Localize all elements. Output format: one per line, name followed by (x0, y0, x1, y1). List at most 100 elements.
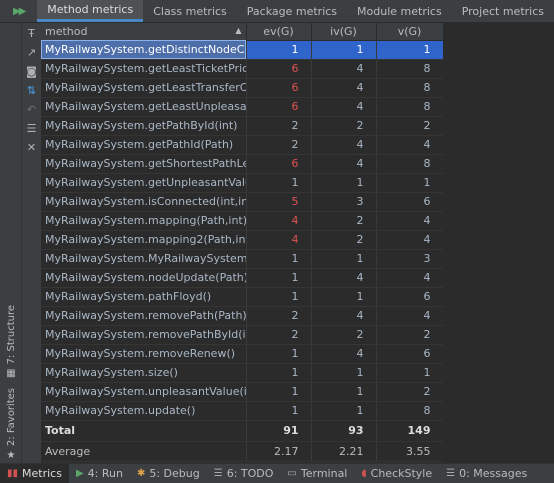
metrics-tool-button[interactable]: ▮▮ Metrics (0, 463, 69, 483)
table-row[interactable]: MyRailwaySystem.removeRenew() 1 4 6 (41, 344, 444, 364)
tab-project-metrics[interactable]: Project metrics (452, 0, 554, 22)
v-cell: 3 (376, 249, 444, 269)
iv-cell: 4 (311, 306, 377, 326)
iv-cell: 4 (311, 59, 377, 79)
settings-sliders-icon[interactable]: ☰ (24, 120, 40, 136)
column-header-v[interactable]: v(G) (376, 23, 444, 41)
table-row[interactable]: MyRailwaySystem.getPathById(int) 2 2 2 (41, 116, 444, 136)
rerun-icon[interactable]: ▶▶ (0, 0, 37, 22)
total-iv: 93 (311, 420, 377, 442)
ev-cell: 1 (246, 249, 312, 269)
close-icon[interactable]: ✕ (24, 139, 40, 155)
table-row[interactable]: MyRailwaySystem.MyRailwaySystem() 1 1 3 (41, 249, 444, 269)
filter-icon[interactable]: Ŧ (24, 25, 40, 41)
messages-tool-button[interactable]: ☰ 0: Messages (439, 464, 534, 483)
table-row[interactable]: MyRailwaySystem.pathFloyd() 1 1 6 (41, 287, 444, 307)
ev-cell: 1 (246, 363, 312, 383)
ev-cell: 2 (246, 306, 312, 326)
tab-method-metrics[interactable]: Method metrics (37, 0, 144, 22)
todo-icon: ☰ (213, 468, 223, 479)
ev-cell: 1 (246, 287, 312, 307)
table-row[interactable]: MyRailwaySystem.removePathById(int) 2 2 2 (41, 325, 444, 345)
iv-cell: 1 (311, 173, 377, 193)
left-tool-stripe: 7: Structure ▦ 2: Favorites ★ (0, 23, 22, 463)
todo-tool-label: 6: TODO (226, 467, 274, 480)
ev-cell: 5 (246, 192, 312, 212)
table-row[interactable]: MyRailwaySystem.getLeastTicketPrice(int,… (41, 59, 444, 79)
ev-cell: 1 (246, 268, 312, 288)
table-row[interactable]: MyRailwaySystem.getShortestPathLength648 (41, 154, 444, 174)
v-cell: 8 (376, 78, 444, 98)
column-header-method[interactable]: method ▲ (41, 23, 247, 41)
ev-cell: 1 (246, 401, 312, 421)
debug-tool-button[interactable]: ✱ 5: Debug (130, 464, 207, 483)
v-cell: 4 (376, 306, 444, 326)
column-header-iv[interactable]: iv(G) (311, 23, 377, 41)
iv-cell: 2 (311, 116, 377, 136)
star-icon: ★ (6, 450, 16, 462)
terminal-tool-button[interactable]: ▭ Terminal (280, 464, 354, 483)
metrics-icon: ▮▮ (7, 468, 19, 479)
run-tool-button[interactable]: ▶ 4: Run (69, 464, 130, 483)
todo-tool-button[interactable]: ☰ 6: TODO (207, 464, 281, 483)
diff-icon[interactable]: ⇅ (24, 82, 40, 98)
sort-ascending-icon: ▲ (235, 26, 242, 35)
table-row[interactable]: MyRailwaySystem.getLeastTransferCount648 (41, 78, 444, 98)
v-cell: 8 (376, 59, 444, 79)
table-row[interactable]: MyRailwaySystem.mapping(Path,int) 4 2 4 (41, 211, 444, 231)
ev-cell: 1 (246, 382, 312, 402)
method-cell: MyRailwaySystem.getLeastUnpleasantVal (41, 97, 247, 117)
tab-package-metrics[interactable]: Package metrics (237, 0, 347, 22)
table-row[interactable]: MyRailwaySystem.size() 1 1 1 (41, 363, 444, 383)
column-header-ev[interactable]: ev(G) (246, 23, 312, 41)
method-cell: MyRailwaySystem.getShortestPathLength (41, 154, 247, 174)
table-total-row: Total 91 93 149 (41, 420, 444, 442)
table-row[interactable]: MyRailwaySystem.update() 1 1 8 (41, 401, 444, 421)
table-row[interactable]: MyRailwaySystem.removePath(Path) 2 4 4 (41, 306, 444, 326)
messages-tool-label: 0: Messages (459, 467, 528, 480)
snapshot-icon[interactable]: ◙ (24, 63, 40, 79)
v-cell: 4 (376, 211, 444, 231)
table-row[interactable]: MyRailwaySystem.nodeUpdate(Path) 1 4 4 (41, 268, 444, 288)
v-cell: 2 (376, 325, 444, 345)
table-row[interactable]: MyRailwaySystem.getDistinctNodeCount111 (41, 40, 444, 60)
iv-cell: 1 (311, 382, 377, 402)
structure-icon: ▦ (6, 368, 16, 380)
run-tool-label: 4: Run (87, 467, 123, 480)
favorites-label: 2: Favorites (5, 388, 17, 447)
iv-cell: 1 (311, 401, 377, 421)
average-ev: 2.17 (246, 441, 312, 462)
method-cell: MyRailwaySystem.nodeUpdate(Path) (41, 268, 247, 288)
iv-cell: 3 (311, 192, 377, 212)
v-cell: 4 (376, 268, 444, 288)
tab-module-metrics[interactable]: Module metrics (347, 0, 452, 22)
metrics-toolbar: Ŧ ↗ ◙ ⇅ ↶ ☰ ✕ (22, 23, 41, 463)
v-cell: 4 (376, 230, 444, 250)
structure-label: 7: Structure (5, 305, 17, 365)
ev-cell: 6 (246, 97, 312, 117)
metrics-tab-bar: ▶▶ Method metrics Class metrics Package … (0, 0, 554, 23)
table-row[interactable]: MyRailwaySystem.unpleasantValue(int,int)… (41, 382, 444, 402)
ev-cell: 1 (246, 40, 312, 60)
table-row[interactable]: MyRailwaySystem.getUnpleasantValue(Pa111 (41, 173, 444, 193)
iv-cell: 4 (311, 78, 377, 98)
undo-icon[interactable]: ↶ (24, 101, 40, 117)
table-row[interactable]: MyRailwaySystem.getLeastUnpleasantVal648 (41, 97, 444, 117)
iv-cell: 4 (311, 268, 377, 288)
iv-cell: 2 (311, 325, 377, 345)
method-metrics-table-container: method ▲ ev(G) iv(G) v(G) MyRailwaySyste… (41, 23, 554, 463)
average-v: 3.55 (376, 441, 444, 462)
method-cell: MyRailwaySystem.getLeastTransferCount (41, 78, 247, 98)
export-icon[interactable]: ↗ (24, 44, 40, 60)
table-row[interactable]: MyRailwaySystem.mapping2(Path,int) 4 2 4 (41, 230, 444, 250)
favorites-tool-button[interactable]: 2: Favorites ★ (0, 388, 22, 461)
table-row[interactable]: MyRailwaySystem.isConnected(int,int) 5 3 6 (41, 192, 444, 212)
average-iv: 2.21 (311, 441, 377, 462)
checkstyle-tool-button[interactable]: ◖ CheckStyle (354, 464, 439, 483)
ev-cell: 1 (246, 344, 312, 364)
ev-cell: 6 (246, 154, 312, 174)
table-row[interactable]: MyRailwaySystem.getPathId(Path) 2 4 4 (41, 135, 444, 155)
structure-tool-button[interactable]: 7: Structure ▦ (0, 305, 22, 379)
debug-icon: ✱ (136, 468, 146, 479)
tab-class-metrics[interactable]: Class metrics (143, 0, 237, 22)
